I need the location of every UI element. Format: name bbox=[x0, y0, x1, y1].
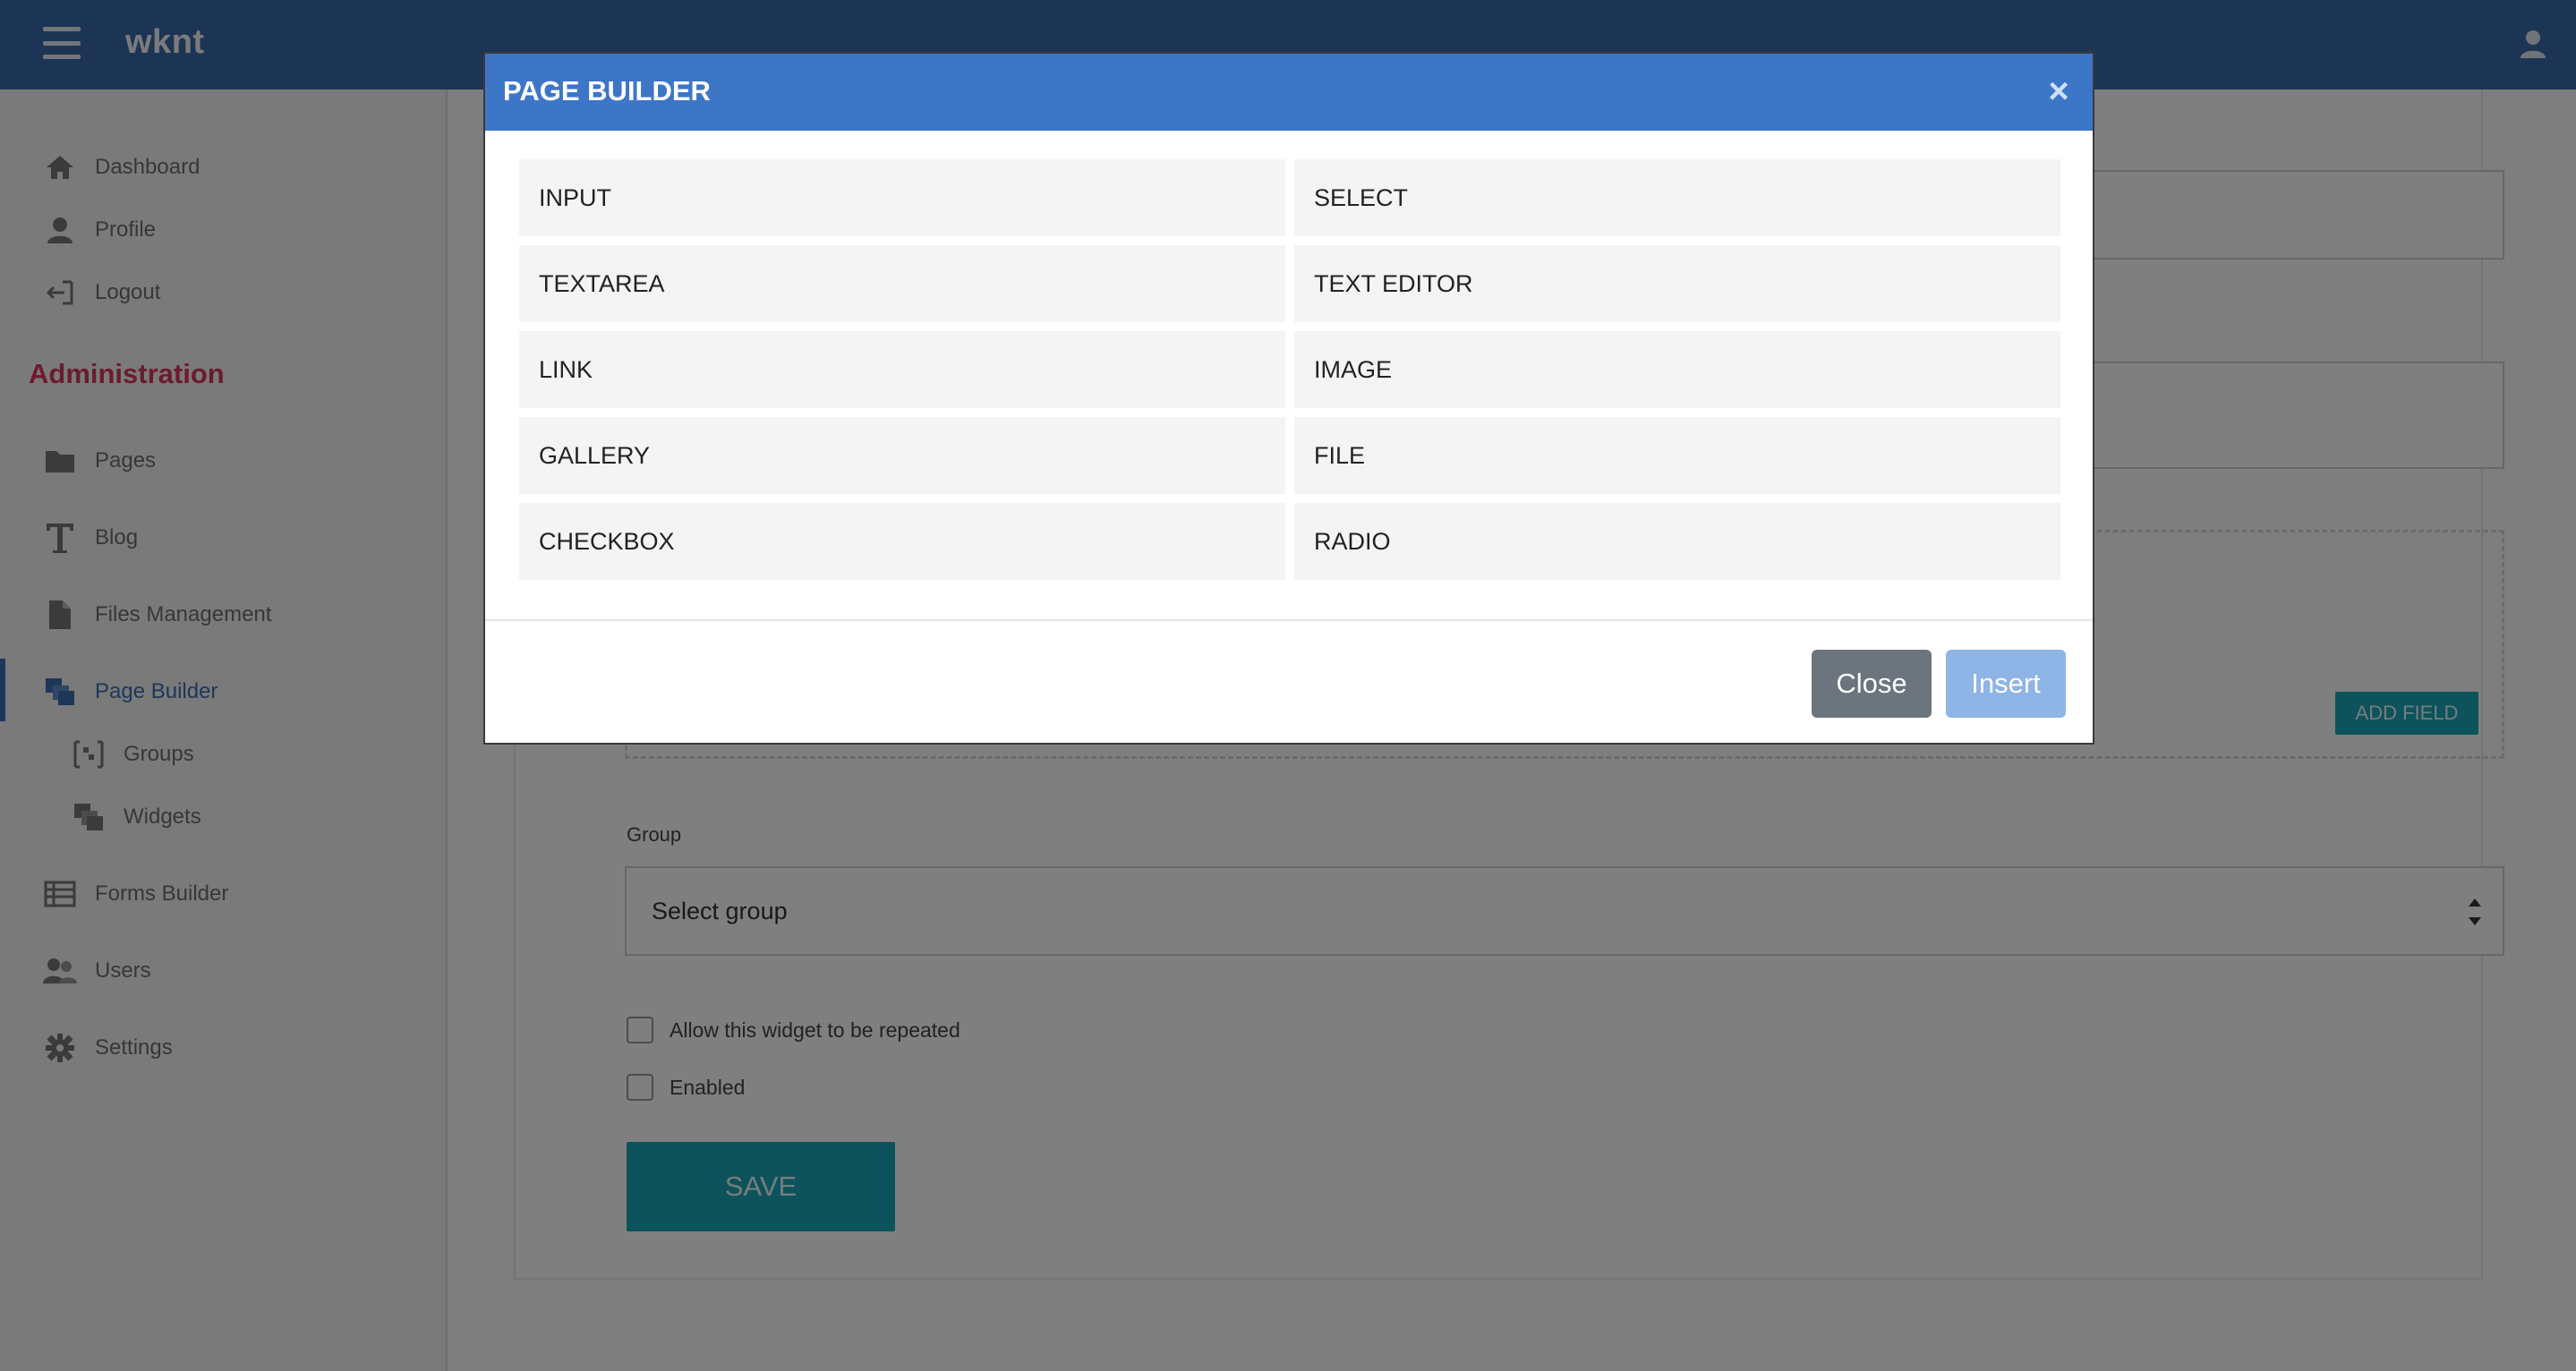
option-image[interactable]: IMAGE bbox=[1294, 331, 2060, 408]
modal-divider bbox=[485, 619, 2093, 621]
option-text-editor[interactable]: TEXT EDITOR bbox=[1294, 245, 2060, 322]
option-gallery[interactable]: GALLERY bbox=[519, 417, 1285, 494]
field-type-grid: INPUT SELECT TEXTAREA TEXT EDITOR LINK I… bbox=[519, 159, 2060, 580]
option-textarea[interactable]: TEXTAREA bbox=[519, 245, 1285, 322]
option-radio[interactable]: RADIO bbox=[1294, 503, 2060, 580]
close-button[interactable]: Close bbox=[1812, 650, 1932, 718]
option-select[interactable]: SELECT bbox=[1294, 159, 2060, 236]
page-builder-modal: PAGE BUILDER × INPUT SELECT TEXTAREA TEX… bbox=[483, 52, 2094, 745]
insert-button[interactable]: Insert bbox=[1946, 650, 2066, 718]
option-file[interactable]: FILE bbox=[1294, 417, 2060, 494]
option-checkbox[interactable]: CHECKBOX bbox=[519, 503, 1285, 580]
modal-header: PAGE BUILDER × bbox=[485, 54, 2093, 131]
option-input[interactable]: INPUT bbox=[519, 159, 1285, 236]
option-link[interactable]: LINK bbox=[519, 331, 1285, 408]
modal-title: PAGE BUILDER bbox=[503, 75, 711, 106]
close-icon[interactable]: × bbox=[2041, 73, 2077, 109]
